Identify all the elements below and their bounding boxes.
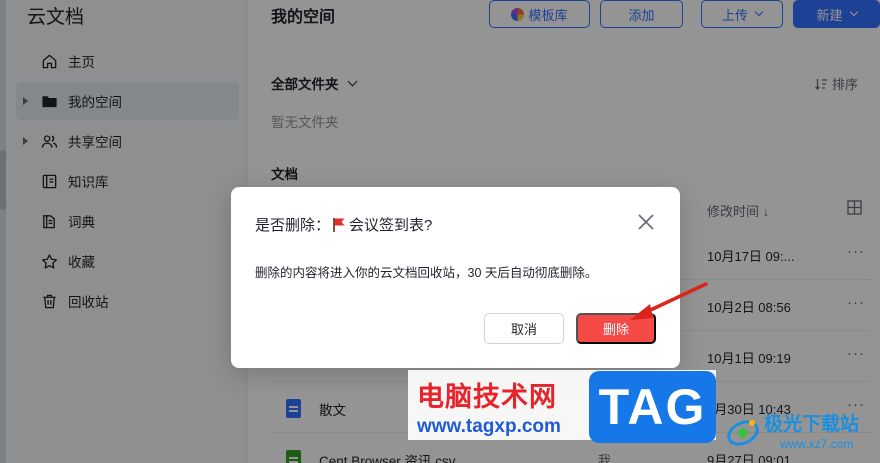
- dialog-message: 删除的内容将进入你的云文档回收站，30 天后自动彻底删除。: [255, 266, 598, 280]
- site-watermark-name: 极光下载站: [764, 414, 860, 435]
- site-watermark-url: www.xz7.com: [780, 437, 854, 451]
- watermark-title: 电脑技术网: [417, 382, 557, 412]
- annotation-arrow-icon: [630, 282, 708, 320]
- site-watermark: 极光下载站 www.xz7.com: [724, 407, 876, 459]
- dialog-document-name: 会议签到表?: [349, 217, 433, 234]
- aurora-logo-icon: [727, 420, 759, 446]
- cancel-button[interactable]: 取消: [484, 313, 564, 344]
- dialog-title: 是否删除： 会议签到表?: [255, 214, 432, 235]
- dialog-title-prefix: 是否删除：: [255, 217, 331, 234]
- red-flag-icon: [333, 217, 345, 232]
- close-icon[interactable]: [636, 212, 656, 232]
- delete-confirm-dialog: 是否删除： 会议签到表? 删除的内容将进入你的云文档回收站，30 天后自动彻底删…: [231, 187, 680, 368]
- watermark-tag-logo: TAG: [589, 371, 716, 443]
- watermark-url: www.tagxp.com: [417, 416, 561, 437]
